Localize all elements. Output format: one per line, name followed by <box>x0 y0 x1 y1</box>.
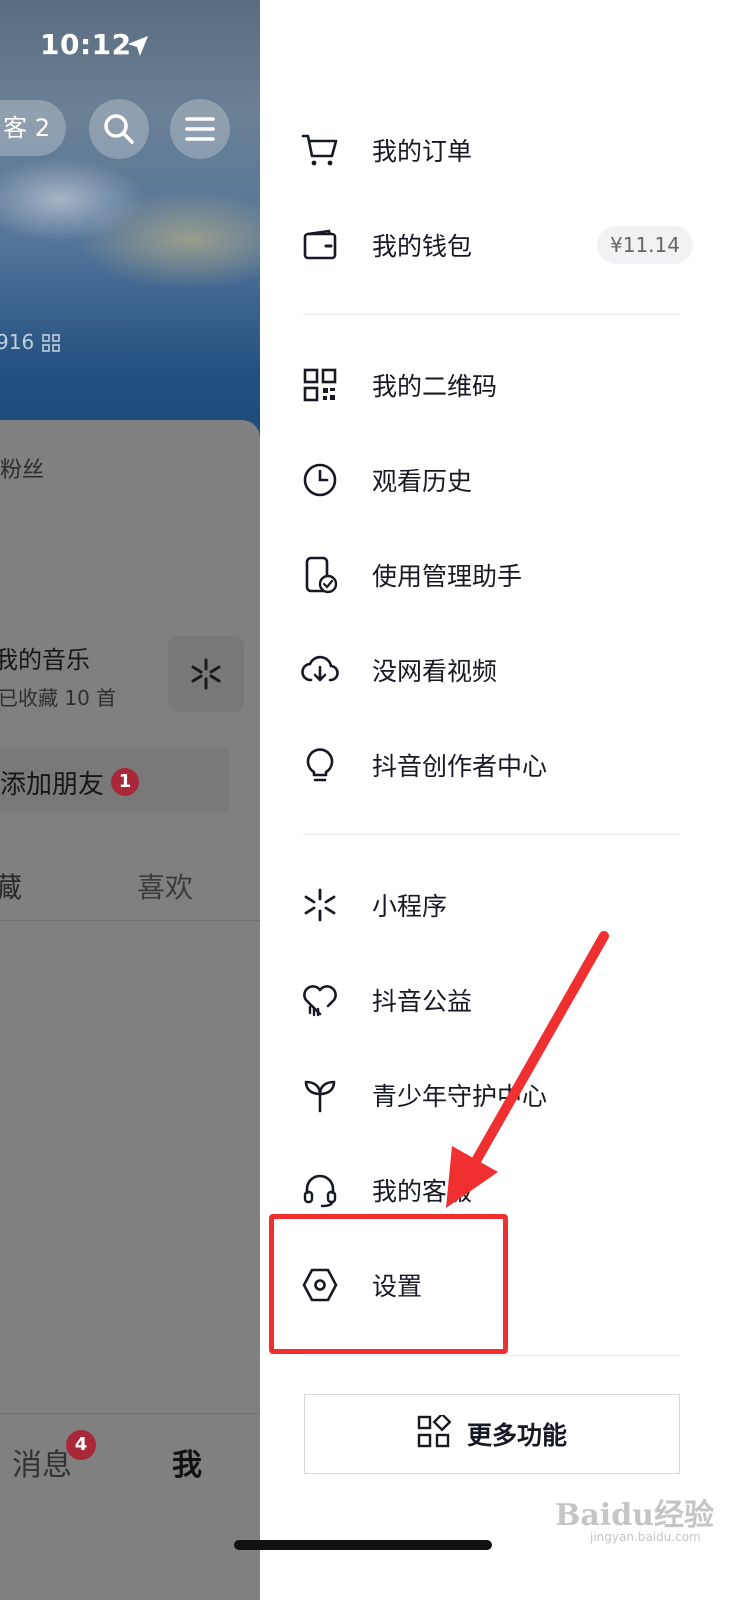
section-divider <box>303 314 680 315</box>
add-friend-label: 添加朋友 <box>0 770 105 800</box>
home-indicator <box>234 1540 492 1550</box>
menu-item-offline-video[interactable]: 没网看视频 <box>300 640 700 700</box>
menu-item-label: 小程序 <box>372 892 448 921</box>
cloud-download-icon <box>300 650 340 690</box>
wallet-icon <box>300 225 340 265</box>
menu-item-customer-service[interactable]: 我的客服 <box>300 1160 700 1220</box>
menu-item-label: 抖音公益 <box>372 987 473 1016</box>
side-drawer-menu: 我的订单 我的钱包 ¥11.14 我的二维码 观看历史 使用管理助手 没网看视频 <box>260 0 739 1600</box>
menu-item-label: 青少年守护中心 <box>372 1082 548 1111</box>
menu-item-label: 我的钱包 <box>372 232 473 261</box>
bottom-nav-divider <box>0 1413 260 1414</box>
menu-item-label: 抖音创作者中心 <box>372 752 548 781</box>
nav-me[interactable]: 我 <box>172 1440 202 1484</box>
menu-item-label: 我的二维码 <box>372 372 498 401</box>
more-features-button[interactable]: 更多功能 <box>304 1394 680 1474</box>
search-button[interactable] <box>89 99 149 159</box>
menu-item-youth-protection[interactable]: 青少年守护中心 <box>300 1065 700 1125</box>
section-divider <box>303 834 680 835</box>
menu-item-label: 使用管理助手 <box>372 562 523 591</box>
menu-item-label: 没网看视频 <box>372 657 498 686</box>
menu-item-charity[interactable]: 抖音公益 <box>300 970 700 1030</box>
grid-icon <box>417 1412 452 1453</box>
add-friend-badge: 1 <box>111 768 139 796</box>
menu-item-mini-programs[interactable]: 小程序 <box>300 875 700 935</box>
location-arrow-icon <box>128 36 148 56</box>
section-divider <box>303 1355 680 1356</box>
search-icon <box>104 114 134 144</box>
profile-page-background: 10:12 客 2 916 粉丝 我的音乐 已收藏 10 首 添加朋友 1 藏 … <box>0 0 260 1600</box>
more-features-label: 更多功能 <box>466 1421 567 1450</box>
status-time: 10:12 <box>40 28 132 61</box>
mini-program-shortcut[interactable] <box>168 636 244 712</box>
settings-highlight-box <box>269 1214 508 1354</box>
cart-icon <box>300 130 340 170</box>
menu-item-label: 我的订单 <box>372 137 473 166</box>
tabs-divider <box>0 920 260 921</box>
lightbulb-icon <box>300 745 340 785</box>
visitor-count-pill[interactable]: 客 2 <box>0 100 66 156</box>
messages-badge: 4 <box>66 1430 96 1460</box>
phone-check-icon <box>300 555 340 595</box>
menu-item-creator-center[interactable]: 抖音创作者中心 <box>300 735 700 795</box>
menu-button[interactable] <box>170 99 230 159</box>
menu-item-label: 观看历史 <box>372 467 473 496</box>
profile-header-background <box>0 0 260 440</box>
menu-icon <box>185 117 215 141</box>
menu-item-usage-assistant[interactable]: 使用管理助手 <box>300 545 700 605</box>
tab-likes[interactable]: 喜欢 <box>137 866 193 906</box>
heart-icon <box>300 980 340 1020</box>
clock-icon <box>300 460 340 500</box>
music-subtitle: 已收藏 10 首 <box>0 686 117 710</box>
tab-favorites[interactable]: 藏 <box>0 866 22 906</box>
menu-item-orders[interactable]: 我的订单 <box>300 120 700 180</box>
headset-icon <box>300 1170 340 1210</box>
nav-messages[interactable]: 消息 <box>12 1440 72 1484</box>
menu-item-qrcode[interactable]: 我的二维码 <box>300 355 700 415</box>
profile-content-card <box>0 420 260 1600</box>
menu-item-history[interactable]: 观看历史 <box>300 450 700 510</box>
baidu-watermark-url: jingyan.baidu.com <box>590 1530 701 1544</box>
music-title[interactable]: 我的音乐 <box>0 640 90 675</box>
user-id: 916 <box>0 330 35 354</box>
qrcode-icon <box>42 334 60 352</box>
qrcode-icon <box>300 365 340 405</box>
baidu-watermark: Baidu经验 <box>555 1498 714 1533</box>
menu-item-label: 我的客服 <box>372 1177 473 1206</box>
fans-label[interactable]: 粉丝 <box>0 452 44 484</box>
sparkle-icon <box>300 885 340 925</box>
sparkle-icon <box>191 658 221 690</box>
wallet-balance-badge: ¥11.14 <box>597 226 693 264</box>
sprout-icon <box>300 1075 340 1115</box>
